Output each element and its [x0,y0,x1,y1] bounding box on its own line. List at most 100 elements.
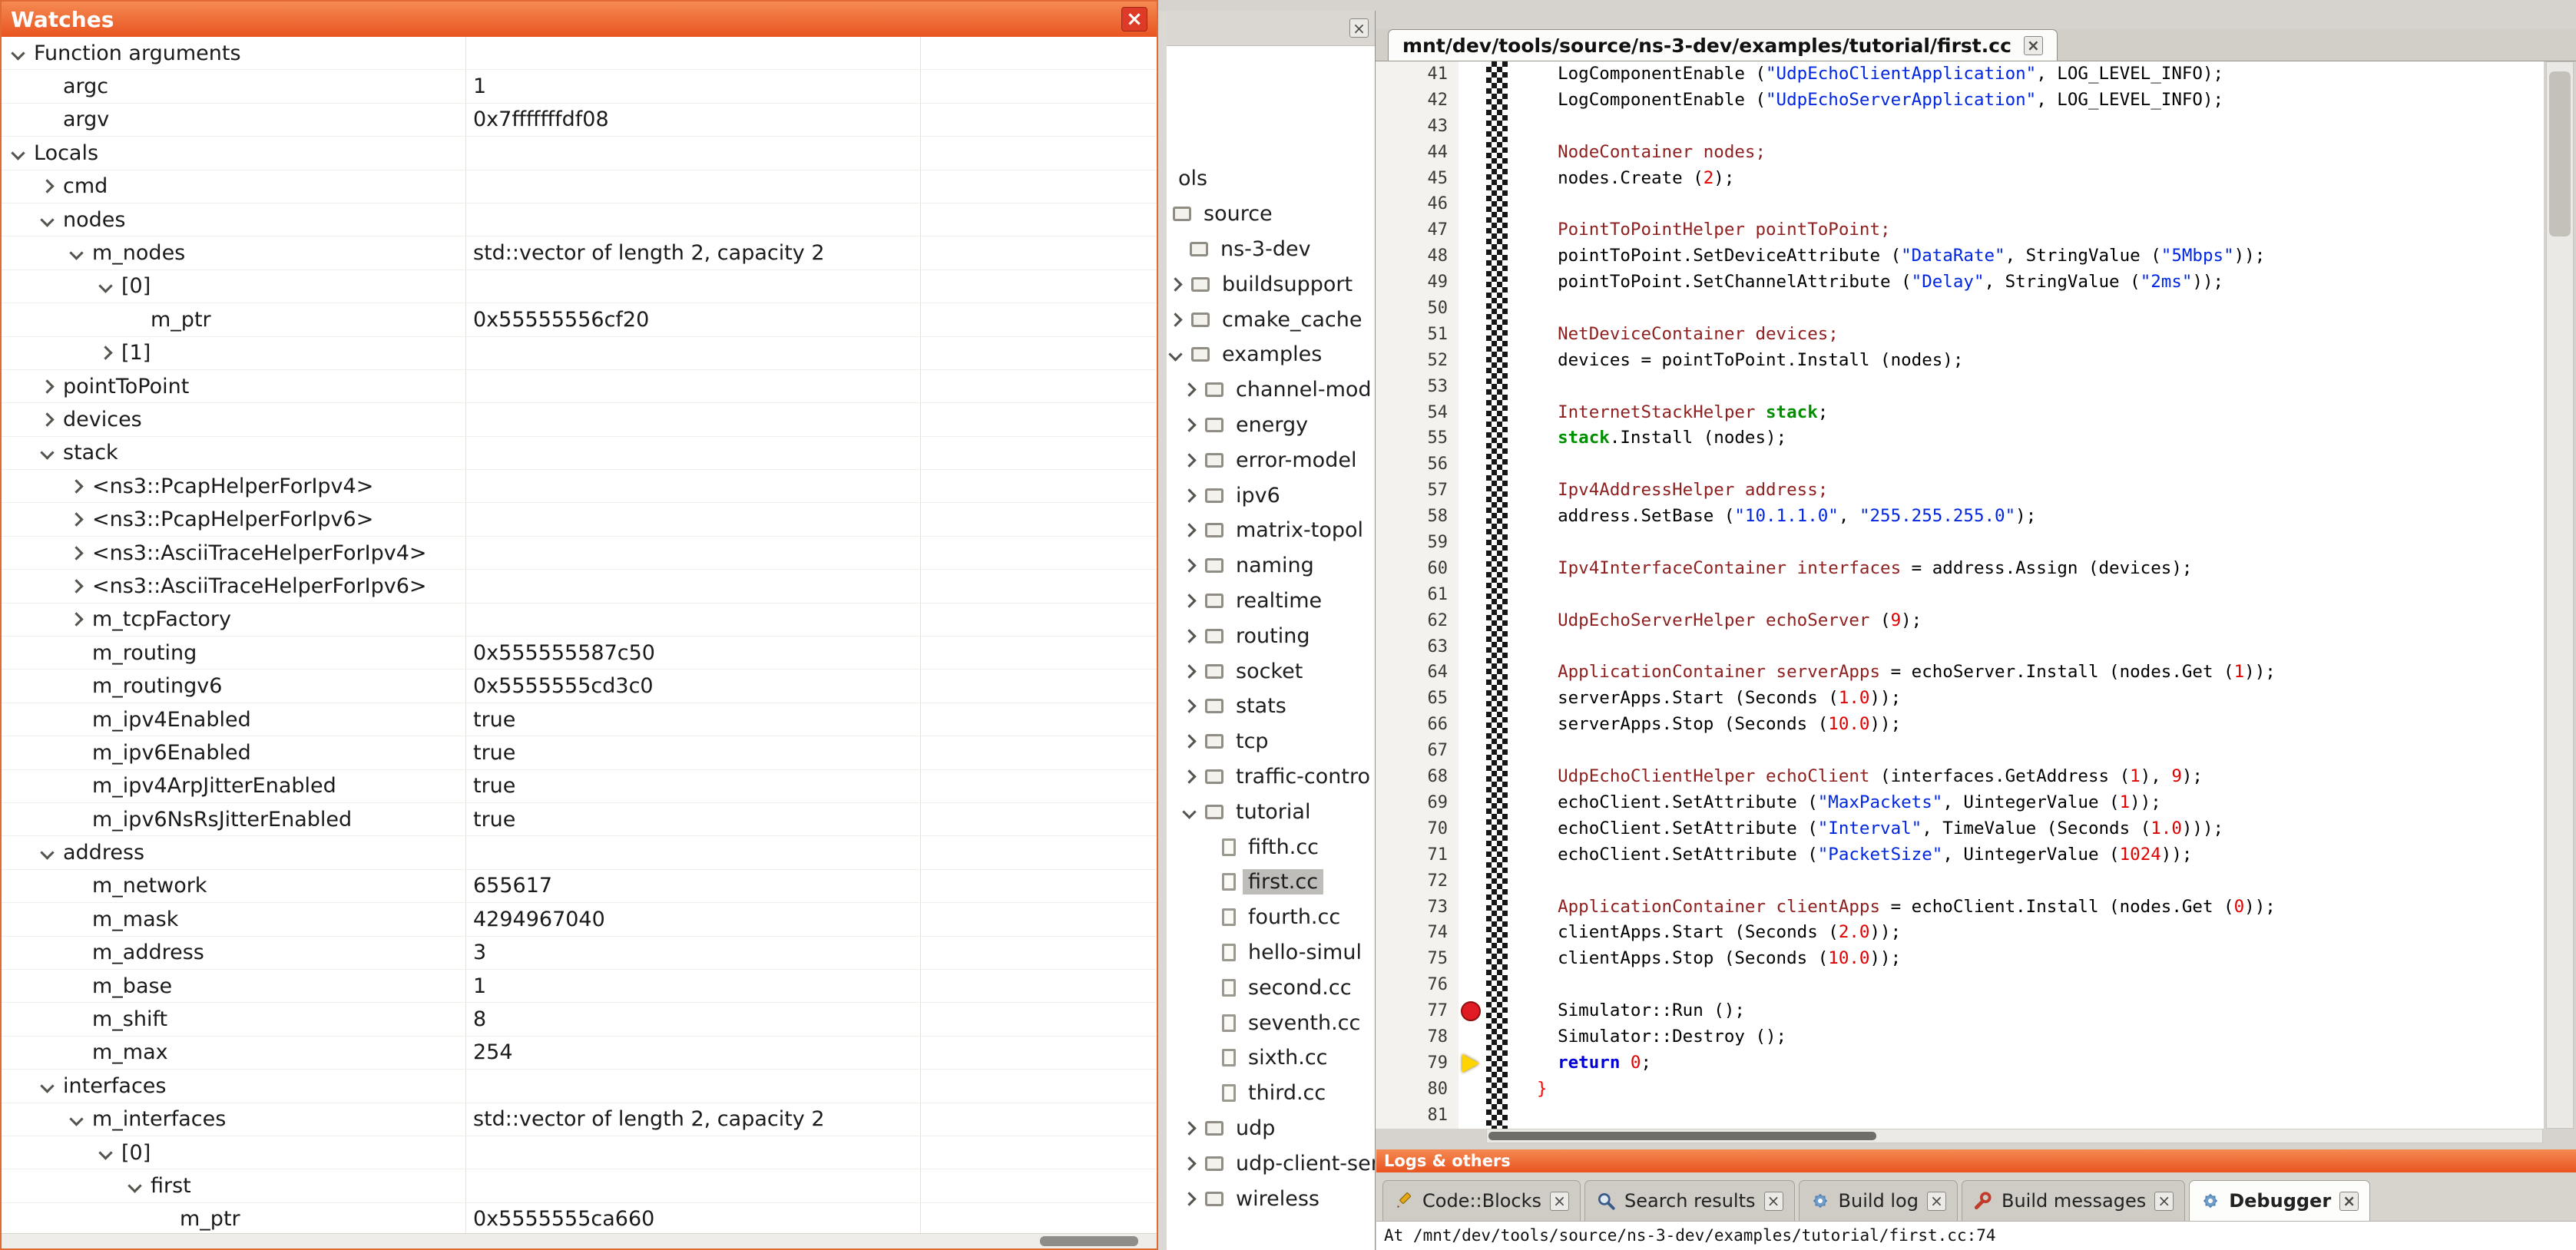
chevron-collapsed-icon[interactable] [1180,596,1205,606]
chevron-expanded-icon[interactable] [68,1114,92,1124]
close-icon[interactable] [1764,1192,1783,1211]
code-line[interactable]: 69 echoClient.SetAttribute ("MaxPackets"… [1376,790,2544,816]
marker-margin[interactable] [1459,140,1486,166]
marker-margin[interactable] [1459,191,1486,217]
editor-horizontal-scrollbar[interactable] [1486,1129,2543,1143]
tree-item-ols[interactable]: ols [1167,161,1375,197]
line-number[interactable]: 66 [1376,712,1459,738]
code-line[interactable]: 57 Ipv4AddressHelper address; [1376,478,2544,504]
tree-item-first-cc[interactable]: first.cc [1167,865,1375,900]
chevron-collapsed-icon[interactable] [38,181,63,191]
line-number[interactable]: 73 [1376,895,1459,921]
line-number[interactable]: 53 [1376,374,1459,400]
tree-item-udp[interactable]: udp [1167,1111,1375,1146]
marker-margin[interactable] [1459,348,1486,374]
code-line[interactable]: 55 stack.Install (nodes); [1376,425,2544,451]
marker-margin[interactable] [1459,868,1486,895]
marker-margin[interactable] [1459,114,1486,140]
watch-row-m-routing[interactable]: m_routing0x555555587c50 [2,637,1157,670]
editor-vertical-scrollbar[interactable] [2546,61,2574,1129]
watch-row-interfaces[interactable]: interfaces [2,1070,1157,1103]
line-number[interactable]: 63 [1376,634,1459,660]
marker-margin[interactable] [1459,166,1486,192]
marker-margin[interactable] [1459,608,1486,634]
code-line[interactable]: 59 [1376,530,2544,556]
chevron-collapsed-icon[interactable] [1180,525,1205,535]
marker-margin[interactable] [1459,322,1486,348]
code-line[interactable]: 45 nodes.Create (2); [1376,166,2544,192]
close-icon[interactable] [2339,1192,2359,1211]
line-number[interactable]: 72 [1376,868,1459,895]
editor-tab-first-cc[interactable]: mnt/dev/tools/source/ns-3-dev/examples/t… [1388,29,2058,61]
line-number[interactable]: 77 [1376,998,1459,1024]
code-line[interactable]: 66 serverApps.Stop (Seconds (10.0)); [1376,712,2544,738]
chevron-collapsed-icon[interactable] [1180,1159,1205,1169]
line-number[interactable]: 55 [1376,425,1459,451]
line-number[interactable]: 50 [1376,296,1459,322]
line-number[interactable]: 45 [1376,166,1459,192]
tree-item-naming[interactable]: naming [1167,548,1375,584]
watch-row-m-ptr[interactable]: m_ptr0x5555555ca660 [2,1203,1157,1233]
marker-margin[interactable] [1459,1103,1486,1129]
code-line[interactable]: 54 InternetStackHelper stack; [1376,400,2544,426]
tree-item-energy[interactable]: energy [1167,408,1375,443]
code-line[interactable]: 49 pointToPoint.SetChannelAttribute ("De… [1376,270,2544,296]
tree-item-socket[interactable]: socket [1167,653,1375,689]
watch-row-first[interactable]: first [2,1169,1157,1202]
marker-margin[interactable] [1459,1050,1486,1076]
marker-margin[interactable] [1459,998,1486,1024]
code-line[interactable]: 74 clientApps.Start (Seconds (2.0)); [1376,920,2544,946]
tab-code-blocks[interactable]: Code::Blocks [1382,1180,1581,1221]
tree-item-fifth-cc[interactable]: fifth.cc [1167,829,1375,865]
marker-margin[interactable] [1459,478,1486,504]
line-number[interactable]: 64 [1376,660,1459,686]
marker-margin[interactable] [1459,451,1486,478]
tree-item-ipv6[interactable]: ipv6 [1167,478,1375,513]
chevron-collapsed-icon[interactable] [68,514,92,524]
chevron-collapsed-icon[interactable] [1180,455,1205,465]
code-line[interactable]: 70 echoClient.SetAttribute ("Interval", … [1376,816,2544,842]
code-line[interactable]: 56 [1376,451,2544,478]
tree-item-error-model[interactable]: error-model [1167,442,1375,478]
line-number[interactable]: 75 [1376,946,1459,972]
line-number[interactable]: 68 [1376,764,1459,790]
tree-item-seventh-cc[interactable]: seventh.cc [1167,1005,1375,1040]
line-number[interactable]: 51 [1376,322,1459,348]
marker-margin[interactable] [1459,556,1486,582]
close-icon[interactable] [1121,7,1147,31]
watch-row-ns3-pcaphelperforipv6[interactable]: <ns3::PcapHelperForIpv6> [2,503,1157,536]
tree-item-sixth-cc[interactable]: sixth.cc [1167,1040,1375,1076]
code-area[interactable]: 41 LogComponentEnable ("UdpEchoClientApp… [1376,61,2544,1129]
tree-item-tcp[interactable]: tcp [1167,724,1375,759]
close-icon[interactable] [1349,18,1369,38]
watch-row-0[interactable]: [0] [2,1136,1157,1169]
marker-margin[interactable] [1459,1076,1486,1103]
code-line[interactable]: 46 [1376,191,2544,217]
code-line[interactable]: 52 devices = pointToPoint.Install (nodes… [1376,348,2544,374]
line-number[interactable]: 59 [1376,530,1459,556]
code-line[interactable]: 53 [1376,374,2544,400]
chevron-collapsed-icon[interactable] [1180,772,1205,782]
line-number[interactable]: 69 [1376,790,1459,816]
line-number[interactable]: 78 [1376,1024,1459,1050]
code-line[interactable]: 78 Simulator::Destroy (); [1376,1024,2544,1050]
line-number[interactable]: 79 [1376,1050,1459,1076]
watch-row-ns3-asciitracehelperforipv4[interactable]: <ns3::AsciiTraceHelperForIpv4> [2,537,1157,570]
close-icon[interactable] [1927,1192,1946,1211]
marker-margin[interactable] [1459,686,1486,712]
line-number[interactable]: 52 [1376,348,1459,374]
watch-row-function-arguments[interactable]: Function arguments [2,37,1157,70]
watch-row-ns3-asciitracehelperforipv6[interactable]: <ns3::AsciiTraceHelperForIpv6> [2,570,1157,603]
marker-margin[interactable] [1459,217,1486,243]
watch-row-cmd[interactable]: cmd [2,170,1157,203]
watch-row-m-address[interactable]: m_address3 [2,937,1157,970]
marker-margin[interactable] [1459,296,1486,322]
code-line[interactable]: 50 [1376,296,2544,322]
line-number[interactable]: 57 [1376,478,1459,504]
close-icon[interactable] [2024,36,2043,55]
line-number[interactable]: 58 [1376,504,1459,530]
chevron-collapsed-icon[interactable] [1180,385,1205,395]
watch-row-m-tcpfactory[interactable]: m_tcpFactory [2,604,1157,637]
code-line[interactable]: 48 pointToPoint.SetDeviceAttribute ("Dat… [1376,243,2544,270]
marker-margin[interactable] [1459,660,1486,686]
